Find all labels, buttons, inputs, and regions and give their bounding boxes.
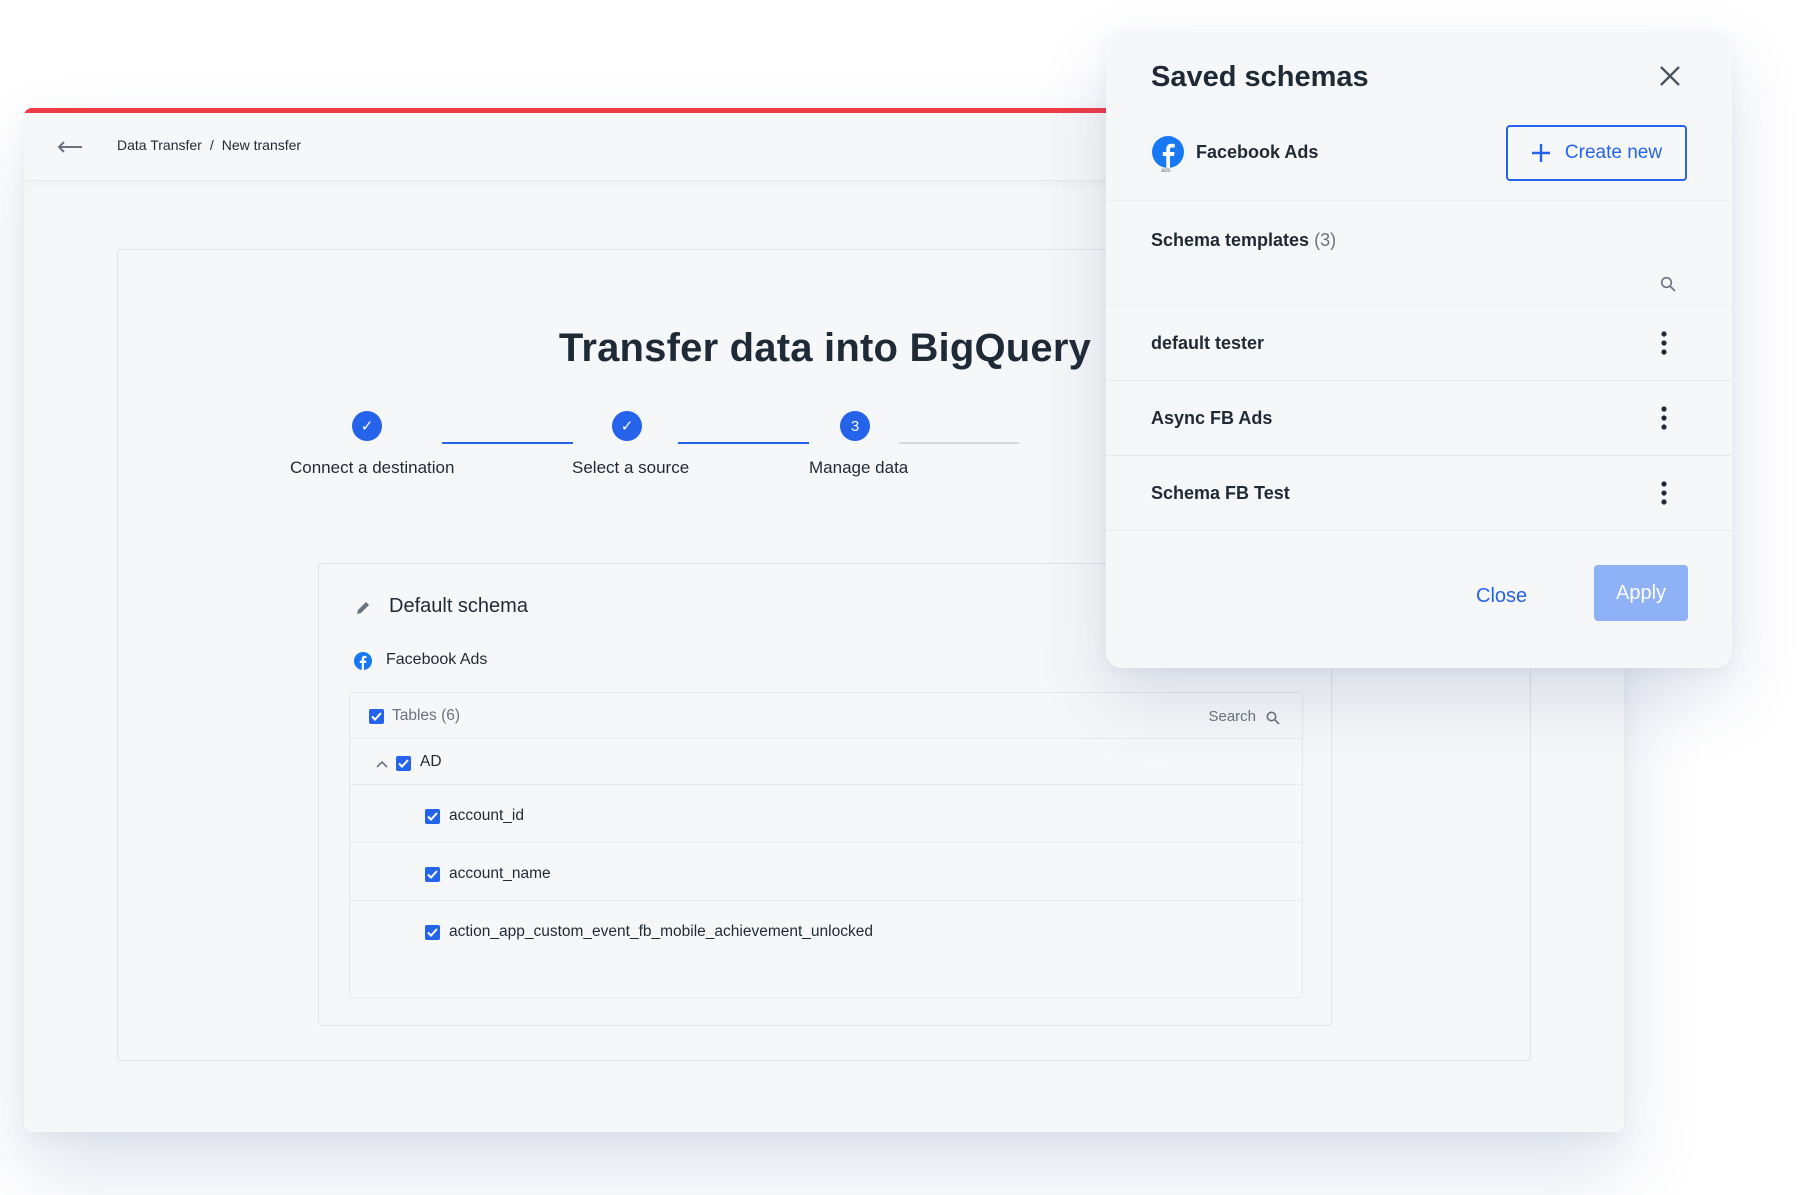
search-icon[interactable] xyxy=(1660,276,1676,292)
template-row[interactable]: Schema FB Test xyxy=(1106,456,1732,531)
field-name: account_id xyxy=(449,807,524,824)
plus-icon xyxy=(1531,144,1550,162)
breadcrumb-root[interactable]: Data Transfer xyxy=(117,137,202,153)
schema-templates-label: Schema templates xyxy=(1151,230,1310,250)
facebook-ads-logo-icon: ads xyxy=(1152,136,1184,173)
template-row[interactable]: Async FB Ads xyxy=(1106,381,1732,456)
step-3-number: 3 xyxy=(840,411,870,441)
stage: Data Transfer / New transfer Transfer da… xyxy=(0,0,1806,1195)
check-icon xyxy=(371,712,382,721)
check-icon xyxy=(427,812,438,821)
breadcrumb-current: New transfer xyxy=(221,137,302,153)
arrow-left-icon[interactable] xyxy=(56,137,84,157)
tables-count-label: Tables (6) xyxy=(392,707,461,724)
field-row[interactable]: action_app_custom_event_fb_mobile_achiev… xyxy=(350,901,1302,959)
field-name: account_name xyxy=(449,865,551,882)
table-row-ad[interactable]: AD xyxy=(350,739,1302,785)
close-button[interactable]: Close xyxy=(1476,585,1527,608)
step-3-label: Manage data xyxy=(809,458,909,477)
breadcrumb: Data Transfer / New transfer xyxy=(117,137,301,153)
tables-search-input[interactable]: Search xyxy=(1208,708,1256,725)
close-icon[interactable] xyxy=(1657,63,1683,89)
tables-header-row: Tables (6) Search xyxy=(350,693,1302,739)
template-name: default tester xyxy=(1151,333,1265,353)
field-checkbox[interactable] xyxy=(425,809,440,824)
table-ad-checkbox[interactable] xyxy=(396,756,411,771)
check-icon xyxy=(398,759,409,768)
check-icon xyxy=(427,870,438,879)
step-connector-1 xyxy=(442,442,573,444)
step-2-done-icon: ✓ xyxy=(612,411,642,441)
svg-text:ads: ads xyxy=(1161,168,1171,173)
field-row[interactable]: account_id xyxy=(350,785,1302,843)
create-new-button[interactable]: Create new xyxy=(1506,125,1687,181)
step-1-label: Connect a destination xyxy=(290,458,455,477)
panel-divider xyxy=(1106,200,1732,201)
more-vertical-icon[interactable] xyxy=(1660,405,1668,431)
template-name: Schema FB Test xyxy=(1151,483,1290,503)
step-2-label: Select a source xyxy=(572,458,690,477)
table-name: AD xyxy=(420,753,442,770)
apply-button[interactable]: Apply xyxy=(1594,565,1688,621)
search-icon[interactable] xyxy=(1266,711,1280,725)
tables-select-all-checkbox[interactable] xyxy=(369,709,384,724)
step-connector-3 xyxy=(899,442,1019,444)
step-connector-2 xyxy=(678,442,809,444)
tables-box: Tables (6) Search AD account_id account_… xyxy=(349,692,1303,998)
create-new-label: Create new xyxy=(1564,142,1663,163)
field-row[interactable]: account_name xyxy=(350,843,1302,901)
more-vertical-icon[interactable] xyxy=(1660,480,1668,506)
pencil-icon[interactable] xyxy=(355,600,371,616)
template-row[interactable]: default tester xyxy=(1106,306,1732,381)
chevron-up-icon[interactable] xyxy=(376,760,388,768)
field-name: action_app_custom_event_fb_mobile_achiev… xyxy=(449,923,873,940)
schema-title: Default schema xyxy=(389,595,528,617)
saved-schemas-panel: Saved schemas ads Facebook Ads Create ne… xyxy=(1106,32,1732,668)
panel-title: Saved schemas xyxy=(1151,61,1369,93)
check-icon xyxy=(427,928,438,937)
facebook-icon xyxy=(354,652,372,670)
schema-templates-heading: Schema templates (3) xyxy=(1151,230,1336,251)
schema-templates-count: (3) xyxy=(1314,230,1337,250)
panel-source-name: Facebook Ads xyxy=(1196,142,1319,162)
schema-source-name: Facebook Ads xyxy=(386,651,488,668)
step-1-done-icon: ✓ xyxy=(352,411,382,441)
template-name: Async FB Ads xyxy=(1151,408,1273,428)
breadcrumb-separator: / xyxy=(209,137,214,153)
field-checkbox[interactable] xyxy=(425,925,440,940)
more-vertical-icon[interactable] xyxy=(1660,330,1668,356)
field-checkbox[interactable] xyxy=(425,867,440,882)
